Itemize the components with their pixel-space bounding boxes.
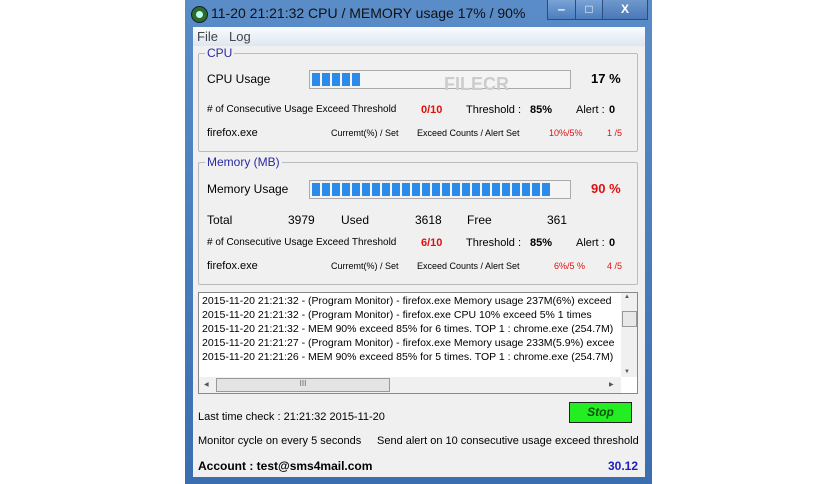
memory-threshold-label: Threshold : bbox=[466, 237, 522, 249]
progress-block bbox=[542, 183, 550, 196]
memory-free-label: Free bbox=[467, 213, 492, 227]
log-list[interactable]: 2015-11-20 21:21:32 - (Program Monitor) … bbox=[198, 292, 638, 394]
progress-block bbox=[372, 183, 380, 196]
memory-alert-label: Alert : bbox=[576, 237, 605, 249]
memory-current-set-value: 6%/5 % bbox=[554, 261, 586, 271]
log-line: 2015-11-20 21:21:27 - (Program Monitor) … bbox=[202, 337, 615, 349]
progress-block bbox=[412, 183, 420, 196]
horizontal-scroll-thumb[interactable]: III bbox=[216, 378, 390, 392]
cpu-exceed-label: Exceed Counts / Alert Set bbox=[417, 128, 520, 138]
progress-block bbox=[322, 73, 330, 86]
memory-current-set-label: Curremt(%) / Set bbox=[331, 261, 399, 271]
cpu-threshold-label: Threshold : bbox=[466, 104, 522, 116]
title-bar[interactable]: 11-20 21:21:32 CPU / MEMORY usage 17% / … bbox=[185, 0, 652, 27]
cpu-group: CPU CPU Usage 17 % FILECR # of Consecuti… bbox=[198, 46, 638, 152]
progress-block bbox=[522, 183, 530, 196]
memory-group: Memory (MB) Memory Usage 90 % Total 3979… bbox=[198, 155, 638, 285]
stop-button[interactable]: Stop bbox=[569, 402, 632, 423]
menu-file[interactable]: File bbox=[197, 29, 218, 44]
cpu-alert-label: Alert : bbox=[576, 104, 605, 116]
progress-block bbox=[312, 73, 320, 86]
memory-used-value: 3618 bbox=[415, 213, 442, 227]
cpu-exceed-value: 1 /5 bbox=[607, 128, 623, 138]
cpu-current-set-value: 10%/5% bbox=[549, 128, 583, 138]
memory-consecutive-label: # of Consecutive Usage Exceed Threshold bbox=[207, 237, 397, 248]
version-text: 30.12 bbox=[608, 459, 639, 473]
memory-threshold-value: 85% bbox=[530, 237, 553, 249]
memory-alert-value: 0 bbox=[609, 237, 616, 249]
progress-block bbox=[362, 183, 370, 196]
client-area: File Log CPU CPU Usage 17 % FILECR # of … bbox=[193, 27, 645, 477]
close-button[interactable]: X bbox=[602, 0, 648, 20]
memory-usage-value: 90 % bbox=[591, 181, 621, 196]
progress-block bbox=[472, 183, 480, 196]
menu-bar: File Log bbox=[193, 27, 645, 46]
monitor-cycle-text: Monitor cycle on every 5 seconds bbox=[198, 435, 362, 447]
minimize-button[interactable]: ‒ bbox=[547, 0, 576, 20]
watermark: FILECR bbox=[444, 74, 509, 94]
progress-block bbox=[342, 73, 350, 86]
progress-block bbox=[382, 183, 390, 196]
scroll-up-arrow[interactable]: ▲ bbox=[624, 294, 630, 300]
progress-block bbox=[332, 73, 340, 86]
cpu-consecutive-value: 0/10 bbox=[421, 104, 443, 116]
progress-block bbox=[402, 183, 410, 196]
progress-block bbox=[462, 183, 470, 196]
progress-block bbox=[392, 183, 400, 196]
memory-consecutive-value: 6/10 bbox=[421, 237, 443, 249]
account-text: Account : test@sms4mail.com bbox=[198, 459, 373, 473]
vertical-scrollbar[interactable]: ▲ ▼ bbox=[621, 293, 637, 377]
alert-info-text: Send alert on 10 consecutive usage excee… bbox=[377, 435, 639, 447]
memory-total-label: Total bbox=[207, 213, 233, 227]
progress-block bbox=[342, 183, 350, 196]
progress-block bbox=[422, 183, 430, 196]
cpu-group-label: CPU bbox=[205, 46, 235, 60]
progress-block bbox=[312, 183, 320, 196]
progress-block bbox=[432, 183, 440, 196]
memory-group-label: Memory (MB) bbox=[205, 155, 282, 169]
scroll-right-arrow[interactable]: ▶ bbox=[609, 381, 614, 388]
cpu-current-set-label: Curremt(%) / Set bbox=[331, 128, 399, 138]
progress-block bbox=[482, 183, 490, 196]
horizontal-scrollbar[interactable]: ◀ III ▶ bbox=[199, 377, 621, 393]
cpu-process-name: firefox.exe bbox=[207, 127, 258, 139]
memory-used-label: Used bbox=[341, 213, 370, 227]
app-eye-icon bbox=[191, 6, 208, 23]
progress-block bbox=[492, 183, 500, 196]
memory-total-value: 3979 bbox=[288, 213, 315, 227]
progress-block bbox=[332, 183, 340, 196]
progress-block bbox=[352, 73, 360, 86]
log-line: 2015-11-20 21:21:26 - MEM 90% exceed 85%… bbox=[202, 351, 614, 363]
vertical-scroll-thumb[interactable] bbox=[622, 311, 637, 327]
cpu-usage-label: CPU Usage bbox=[207, 72, 271, 86]
cpu-alert-value: 0 bbox=[609, 104, 616, 116]
memory-usage-bar bbox=[309, 180, 571, 199]
scroll-down-arrow[interactable]: ▼ bbox=[624, 369, 630, 375]
log-line: 2015-11-20 21:21:32 - (Program Monitor) … bbox=[202, 295, 612, 307]
cpu-consecutive-label: # of Consecutive Usage Exceed Threshold bbox=[207, 104, 397, 115]
progress-block bbox=[322, 183, 330, 196]
memory-exceed-value: 4 /5 bbox=[607, 261, 623, 271]
memory-free-value: 361 bbox=[547, 213, 568, 227]
progress-block bbox=[512, 183, 520, 196]
cpu-usage-value: 17 % bbox=[591, 71, 621, 86]
memory-process-name: firefox.exe bbox=[207, 260, 258, 272]
memory-exceed-label: Exceed Counts / Alert Set bbox=[417, 261, 520, 271]
progress-block bbox=[352, 183, 360, 196]
memory-usage-label: Memory Usage bbox=[207, 182, 289, 196]
log-line: 2015-11-20 21:21:32 - (Program Monitor) … bbox=[202, 309, 592, 321]
progress-block bbox=[442, 183, 450, 196]
log-line: 2015-11-20 21:21:32 - MEM 90% exceed 85%… bbox=[202, 323, 614, 335]
menu-log[interactable]: Log bbox=[229, 29, 251, 44]
cpu-threshold-value: 85% bbox=[530, 104, 553, 116]
last-check-text: Last time check : 21:21:32 2015-11-20 bbox=[198, 411, 385, 423]
maximize-button[interactable]: □ bbox=[575, 0, 603, 20]
progress-block bbox=[502, 183, 510, 196]
progress-block bbox=[452, 183, 460, 196]
window-title: 11-20 21:21:32 CPU / MEMORY usage 17% / … bbox=[211, 5, 526, 21]
app-window: 11-20 21:21:32 CPU / MEMORY usage 17% / … bbox=[185, 0, 652, 484]
progress-block bbox=[532, 183, 540, 196]
scroll-left-arrow[interactable]: ◀ bbox=[204, 381, 209, 388]
cpu-usage-bar bbox=[309, 70, 571, 89]
